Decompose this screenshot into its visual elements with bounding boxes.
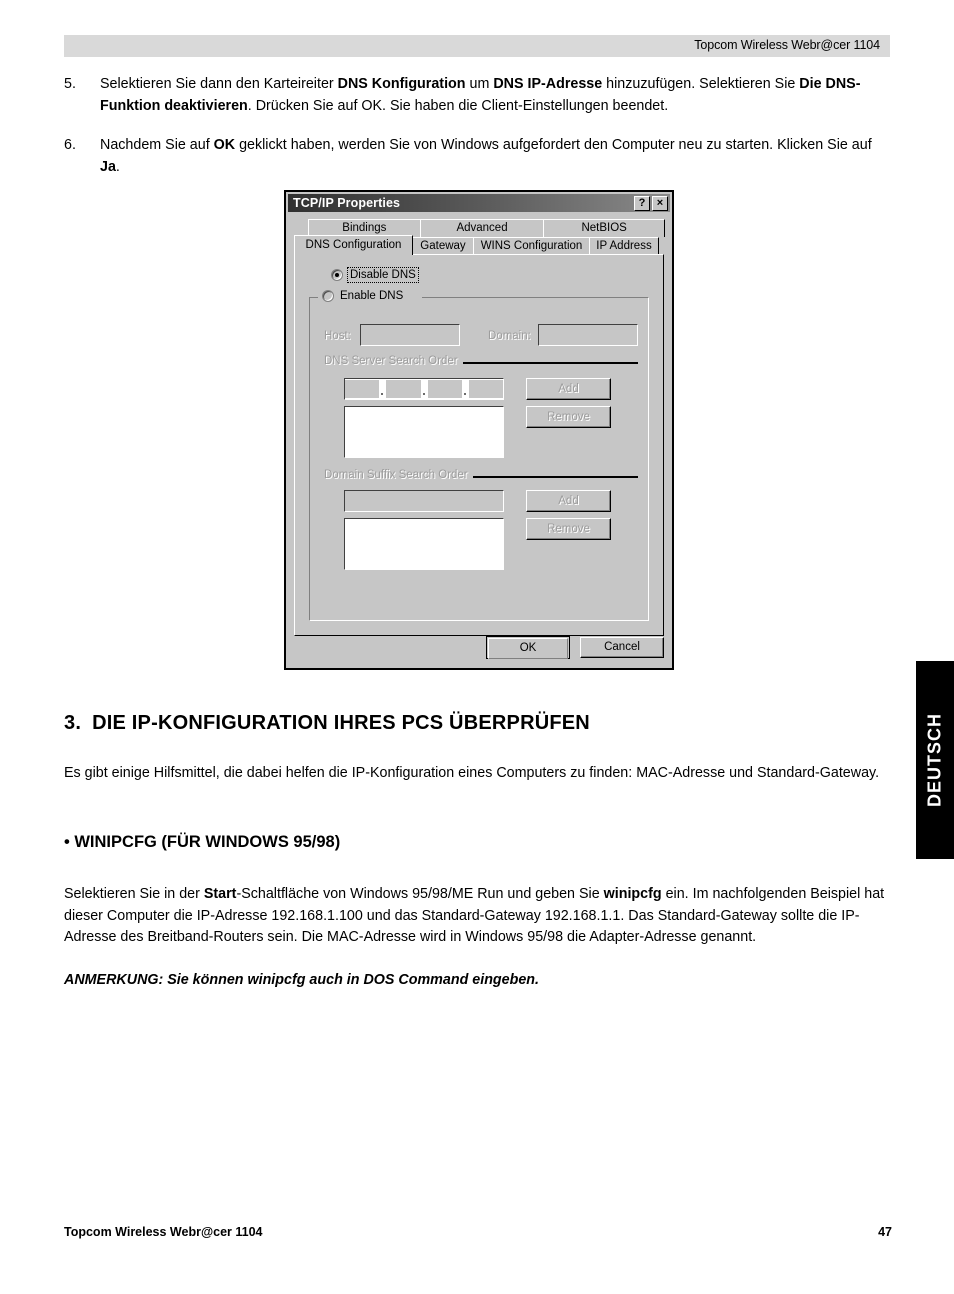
dns-server-remove-button[interactable]: Remove	[526, 406, 611, 428]
domain-input[interactable]	[538, 324, 638, 346]
ip-octet-2[interactable]	[386, 380, 421, 398]
ip-dot-icon	[461, 379, 469, 399]
domain-suffix-remove-button[interactable]: Remove	[526, 518, 611, 540]
tab-gateway[interactable]: Gateway	[412, 237, 474, 255]
domain-suffix-input[interactable]	[344, 490, 504, 512]
ok-button-label: OK	[488, 638, 568, 659]
winipcfg-paragraph: Selektieren Sie in der Start-Schaltfläch…	[64, 886, 885, 945]
tcpip-properties-dialog-screenshot: TCP/IP Properties ? × Bindings Advanced …	[284, 190, 674, 670]
page-footer: Topcom Wireless Webr@cer 1104 47	[64, 1225, 892, 1239]
radio-button-icon	[331, 269, 343, 281]
section-title: DIE IP-KONFIGURATION IHRES PCS ÜBERPRÜFE…	[92, 712, 590, 734]
tab-wins-configuration[interactable]: WINS Configuration	[473, 237, 590, 255]
page-number: 47	[878, 1225, 892, 1239]
footer-product-name: Topcom Wireless Webr@cer 1104	[64, 1225, 263, 1239]
dialog-titlebar: TCP/IP Properties ? ×	[288, 194, 670, 212]
ip-octet-1[interactable]	[345, 380, 380, 398]
dns-server-search-order-label: DNS Server Search Order	[324, 355, 463, 367]
radio-enable-dns[interactable]: Enable DNS	[322, 290, 403, 302]
radio-enable-dns-label: Enable DNS	[340, 290, 404, 302]
language-side-tab-label: DEUTSCH	[924, 712, 945, 808]
domain-suffix-list[interactable]	[344, 518, 504, 570]
tab-ip-address[interactable]: IP Address	[589, 237, 659, 255]
dialog-title: TCP/IP Properties	[293, 196, 401, 210]
section-intro-paragraph: Es gibt einige Hilfsmittel, die dabei he…	[64, 765, 880, 781]
tcpip-properties-dialog: TCP/IP Properties ? × Bindings Advanced …	[284, 190, 674, 670]
radio-disable-dns-label: Disable DNS	[347, 267, 419, 283]
domain-suffix-add-button[interactable]: Add	[526, 490, 611, 512]
list-item: 5. Selektieren Sie dann den Karteireiter…	[64, 74, 890, 117]
ip-octet-3[interactable]	[427, 380, 462, 398]
page-title: 3. DIE IP-KONFIGURATION IHRES PCS ÜBERPRÜ…	[64, 712, 590, 735]
dialog-button-row: OK Cancel	[286, 636, 672, 660]
help-icon[interactable]: ?	[634, 195, 650, 211]
subsection-heading: • WINIPCFG (FÜR WINDOWS 95/98)	[64, 833, 341, 851]
host-label: Host:	[324, 330, 351, 342]
list-item: 6. Nachdem Sie auf OK geklickt haben, we…	[64, 135, 890, 178]
ok-button[interactable]: OK	[486, 636, 570, 659]
radio-button-icon	[322, 290, 334, 302]
ip-octet-4[interactable]	[468, 380, 503, 398]
close-icon[interactable]: ×	[652, 195, 668, 211]
domain-label: Domain:	[488, 330, 531, 342]
tab-dns-configuration[interactable]: DNS Configuration	[294, 235, 413, 255]
step-text: Nachdem Sie auf OK geklickt haben, werde…	[100, 137, 872, 175]
page-header-band: Topcom Wireless Webr@cer 1104	[64, 35, 890, 57]
host-input[interactable]	[360, 324, 460, 346]
section-number: 3.	[64, 712, 82, 734]
ip-dot-icon	[420, 379, 428, 399]
dialog-tabstrip: Bindings Advanced NetBIOS DNS Configurat…	[294, 219, 665, 255]
cancel-button[interactable]: Cancel	[580, 637, 664, 658]
domain-suffix-search-order-label: Domain Suffix Search Order	[324, 469, 473, 481]
page-header-title: Topcom Wireless Webr@cer 1104	[694, 38, 880, 52]
language-side-tab: DEUTSCH	[916, 661, 954, 859]
note-paragraph: ANMERKUNG: Sie können winipcfg auch in D…	[64, 972, 540, 988]
tab-row-lower: DNS Configuration Gateway WINS Configura…	[294, 235, 664, 255]
tab-advanced[interactable]: Advanced	[419, 219, 545, 237]
instruction-steps: 5. Selektieren Sie dann den Karteireiter…	[64, 74, 890, 196]
dns-server-ip-input[interactable]	[344, 378, 504, 400]
step-number: 6.	[64, 137, 76, 153]
dns-server-add-button[interactable]: Add	[526, 378, 611, 400]
step-number: 5.	[64, 76, 76, 92]
ip-dot-icon	[379, 379, 387, 399]
dns-server-list[interactable]	[344, 406, 504, 458]
step-text: Selektieren Sie dann den Karteireiter DN…	[100, 76, 861, 114]
enable-dns-groupbox: Enable DNS Host: Domain: DNS Server Sear…	[309, 290, 649, 621]
tab-netbios[interactable]: NetBIOS	[543, 219, 665, 237]
radio-disable-dns[interactable]: Disable DNS	[331, 267, 419, 283]
dns-configuration-pane: Disable DNS Enable DNS Host: Domain: DNS…	[294, 254, 664, 636]
